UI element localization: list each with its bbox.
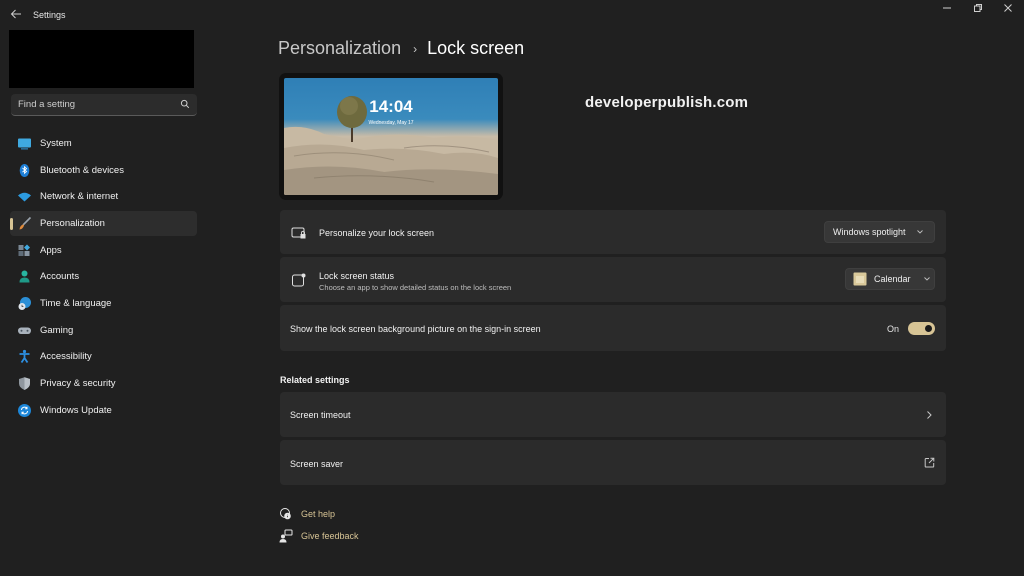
sidebar-item-gaming[interactable]: Gaming	[10, 318, 197, 343]
chevron-right-icon	[927, 411, 932, 419]
wallpaper-landscape	[284, 96, 498, 195]
get-help-label[interactable]: Get help	[301, 509, 335, 519]
sidebar-item-bluetooth[interactable]: Bluetooth & devices	[10, 158, 197, 183]
lock-screen-preview: 14:04 Wednesday, May 17	[279, 73, 503, 200]
screen-saver-link[interactable]: Screen saver	[280, 440, 946, 485]
lock-date: Wednesday, May 17	[368, 120, 414, 126]
search-input[interactable]	[11, 94, 171, 115]
sidebar-item-label: Accessibility	[40, 351, 92, 362]
calendar-app-icon	[853, 272, 867, 286]
breadcrumb-parent-link[interactable]: Personalization	[278, 38, 401, 59]
sidebar-item-windows-update[interactable]: Windows Update	[10, 398, 197, 423]
restore-icon	[974, 4, 982, 12]
chevron-down-icon	[923, 277, 930, 281]
toggle-state-label: On	[887, 324, 900, 334]
active-indicator	[10, 218, 13, 230]
brush-icon	[19, 216, 32, 230]
breadcrumb: Personalization › Lock screen	[278, 38, 524, 59]
sidebar-item-apps[interactable]: Apps	[10, 238, 197, 263]
lock-screen-status-description: Choose an app to show detailed status on…	[319, 283, 512, 292]
close-button[interactable]	[994, 2, 1022, 20]
lock-time: 14:04	[369, 97, 413, 116]
give-feedback-label[interactable]: Give feedback	[301, 531, 359, 541]
screen-timeout-link[interactable]: Screen timeout	[280, 392, 946, 437]
globe-clock-icon	[18, 297, 31, 310]
watermark-text: developerpublish.com	[585, 94, 749, 111]
sidebar-item-label: Network & internet	[40, 191, 119, 202]
system-icon	[18, 138, 31, 150]
update-icon	[18, 404, 31, 417]
personalize-lock-screen-card: Personalize your lock screen Windows spo…	[280, 210, 946, 254]
status-app-icon	[292, 273, 306, 287]
sidebar-item-system[interactable]: System	[10, 131, 197, 156]
wifi-icon	[18, 192, 31, 202]
title-bar: Settings	[0, 0, 1024, 32]
sidebar-item-time-language[interactable]: Time & language	[10, 291, 197, 316]
sidebar-item-personalization[interactable]: Personalization	[10, 211, 197, 236]
lock-screen-status-card: Lock screen status Choose an app to show…	[280, 257, 946, 302]
signin-background-toggle[interactable]	[908, 322, 935, 335]
minimize-button[interactable]	[933, 2, 961, 20]
sidebar-item-label: Gaming	[40, 325, 74, 336]
lock-screen-wallpaper: 14:04 Wednesday, May 17	[284, 78, 498, 195]
apps-icon	[18, 244, 30, 256]
gamepad-icon	[18, 327, 31, 334]
shield-icon	[19, 377, 30, 390]
lock-screen-status-label: Lock screen status	[319, 271, 395, 281]
page-title: Lock screen	[427, 38, 525, 58]
back-button[interactable]	[8, 8, 24, 24]
dropdown-value: Windows spotlight	[833, 227, 906, 237]
signin-background-label: Show the lock screen background picture …	[290, 324, 541, 334]
user-profile-card[interactable]	[9, 30, 194, 88]
open-external-icon	[924, 457, 935, 468]
sidebar-item-label: System	[40, 138, 72, 149]
search-icon[interactable]	[180, 99, 190, 109]
breadcrumb-separator: ›	[413, 41, 418, 56]
minimize-icon	[943, 7, 951, 9]
app-title: Settings	[33, 10, 66, 20]
person-icon	[19, 270, 30, 283]
personalize-lock-screen-label: Personalize your lock screen	[319, 228, 435, 238]
lock-screen-status-dropdown[interactable]: Calendar	[845, 268, 935, 290]
feedback-icon	[279, 529, 293, 543]
chevron-down-icon	[916, 230, 923, 234]
signin-background-card: Show the lock screen background picture …	[280, 305, 946, 351]
dropdown-value: Calendar	[874, 274, 911, 284]
accessibility-icon	[19, 349, 30, 363]
sidebar-item-accounts[interactable]: Accounts	[10, 264, 197, 289]
sidebar-item-label: Personalization	[40, 218, 105, 229]
restore-button[interactable]	[964, 2, 992, 20]
related-settings-heading: Related settings	[280, 375, 350, 385]
sidebar-item-label: Privacy & security	[40, 378, 116, 389]
sidebar-item-privacy-security[interactable]: Privacy & security	[10, 371, 197, 396]
sidebar-item-network[interactable]: Network & internet	[10, 184, 197, 209]
close-icon	[1004, 4, 1012, 12]
sidebar-item-label: Bluetooth & devices	[40, 165, 124, 176]
sidebar-item-label: Windows Update	[40, 405, 112, 416]
sidebar-item-label: Time & language	[40, 298, 112, 309]
help-icon	[280, 508, 291, 520]
sidebar-item-label: Apps	[40, 245, 62, 256]
lock-screen-icon	[291, 227, 306, 239]
sidebar-item-label: Accounts	[40, 271, 80, 282]
sidebar-item-accessibility[interactable]: Accessibility	[10, 344, 197, 369]
toggle-knob	[925, 325, 932, 332]
screen-saver-label: Screen saver	[290, 459, 344, 469]
arrow-left-icon	[10, 9, 21, 19]
bluetooth-icon	[19, 164, 30, 177]
search-box	[11, 94, 197, 116]
screen-timeout-label: Screen timeout	[290, 410, 351, 420]
lock-screen-background-dropdown[interactable]: Windows spotlight	[824, 221, 935, 243]
